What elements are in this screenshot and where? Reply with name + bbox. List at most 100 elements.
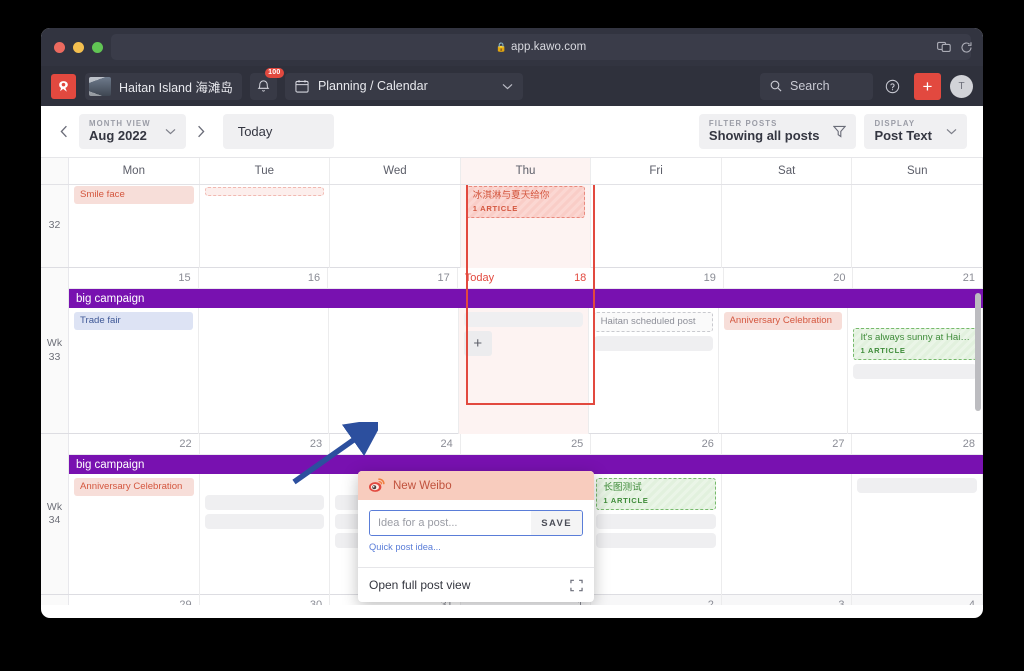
date-cell-29[interactable]: 29	[69, 595, 200, 605]
post-skeleton	[463, 312, 583, 327]
chevron-down-icon	[502, 83, 513, 89]
display-selector[interactable]: DISPLAY Post Text	[864, 114, 967, 149]
minimize-window-button[interactable]	[73, 41, 84, 53]
day-cell-23[interactable]	[200, 474, 331, 595]
date-cell-26[interactable]: 26	[591, 434, 722, 454]
date-cell-sep-4[interactable]: 4	[852, 595, 983, 605]
date-cell-27[interactable]: 27	[722, 434, 853, 454]
date-cell-30[interactable]: 30	[200, 595, 331, 605]
day-cell-mon-32[interactable]: Smile face	[69, 185, 200, 268]
search-icon	[770, 80, 782, 92]
date-cell-15[interactable]: 15	[69, 268, 199, 288]
open-full-post-view-button[interactable]: Open full post view	[358, 568, 594, 602]
next-month-button[interactable]	[190, 117, 212, 147]
post-card-placeholder[interactable]	[204, 187, 325, 196]
chevron-left-icon	[60, 125, 67, 138]
post-title: Smile face	[80, 189, 125, 200]
post-card[interactable]: Smile face	[74, 186, 194, 205]
date-cell-28[interactable]: 28	[852, 434, 983, 454]
day-cell-15[interactable]: Trade fair	[69, 308, 199, 434]
post-card[interactable]: Haitan scheduled post	[593, 312, 713, 333]
day-cell-26[interactable]: 长图测试 1 ARTICLE	[591, 474, 722, 595]
address-bar[interactable]: 🔒 app.kawo.com	[111, 34, 971, 60]
filter-posts-value: Showing all posts	[708, 127, 820, 143]
calendar-scrollbar[interactable]	[975, 293, 981, 411]
day-cell-22[interactable]: Anniversary Celebration	[69, 474, 200, 595]
date-cell-22[interactable]: 22	[69, 434, 200, 454]
notifications-button[interactable]: 100	[249, 67, 284, 100]
date-cell-sep-2[interactable]: 2	[591, 595, 722, 605]
day-cell-16[interactable]	[199, 308, 329, 434]
post-skeleton	[204, 495, 325, 510]
day-cell-18-today[interactable]: +	[458, 308, 589, 434]
search-input[interactable]: Search	[760, 72, 873, 100]
month-view-selector[interactable]: MONTH VIEW Aug 2022	[79, 114, 186, 149]
browser-titlebar: 🔒 app.kawo.com	[41, 28, 983, 66]
month-view-text: MONTH VIEW Aug 2022	[89, 119, 151, 143]
day-header-wed: Wed	[330, 158, 461, 184]
week-body-33: 15 16 17 Today 18 19 20 21 big campaign	[69, 268, 983, 434]
post-subtitle: 1 ARTICLE	[860, 346, 906, 356]
post-card[interactable]: Trade fair	[74, 312, 193, 331]
day-cell-tue-32[interactable]	[200, 185, 331, 268]
date-cell-21[interactable]: 21	[853, 268, 983, 288]
post-card[interactable]: 冰淇淋与夏天给你 1 ARTICLE	[465, 186, 586, 219]
create-button[interactable]: +	[914, 72, 941, 100]
post-subtitle: 1 ARTICLE	[603, 496, 649, 506]
day-cell-19[interactable]: Haitan scheduled post	[589, 308, 719, 434]
popover-arrow	[470, 471, 486, 472]
post-idea-input[interactable]: Idea for a post...	[370, 511, 532, 535]
filter-posts-selector[interactable]: FILTER POSTS Showing all posts	[698, 114, 857, 149]
day-cell-wed-32[interactable]	[330, 185, 461, 268]
date-cell-17[interactable]: 17	[328, 268, 458, 288]
date-cell-20[interactable]: 20	[724, 268, 854, 288]
date-cell-25[interactable]: 25	[461, 434, 592, 454]
day-cell-sat-32[interactable]	[722, 185, 853, 268]
today-button[interactable]: Today	[222, 114, 334, 149]
reload-icon[interactable]	[960, 41, 973, 54]
workspace-switcher[interactable]: Haitan Island 海滩岛	[85, 72, 242, 100]
week-number-32: 32	[41, 185, 69, 267]
calendar-day-header: Mon Tue Wed Thu Fri Sat Sun	[41, 158, 983, 185]
day-cell-sun-32[interactable]	[852, 185, 983, 268]
date-cell-24[interactable]: 24	[330, 434, 461, 454]
quick-post-idea-link[interactable]: Quick post idea...	[369, 542, 583, 552]
weibo-logo-icon	[369, 478, 385, 492]
post-card[interactable]: Anniversary Celebration	[74, 478, 194, 497]
calendar-grid: Mon Tue Wed Thu Fri Sat Sun 32 Smile fac…	[41, 158, 983, 605]
campaign-banner[interactable]: big campaign	[69, 289, 983, 308]
day-cell-17[interactable]	[329, 308, 459, 434]
day-header-mon: Mon	[69, 158, 200, 184]
day-cell-21[interactable]: It's always sunny at Hai… 1 ARTICLE	[848, 308, 983, 434]
avatar[interactable]: T	[950, 74, 973, 98]
help-button[interactable]	[879, 73, 906, 100]
date-cell-sep-3[interactable]: 3	[721, 595, 853, 605]
date-cell-16[interactable]: 16	[199, 268, 329, 288]
day-cell-28[interactable]	[852, 474, 983, 595]
post-card[interactable]: Anniversary Celebration	[723, 312, 843, 331]
kawo-logo[interactable]	[51, 73, 76, 99]
date-cell-today-18[interactable]: Today 18	[458, 268, 595, 288]
page-selector[interactable]: Planning / Calendar	[284, 72, 523, 100]
day-cell-27[interactable]	[722, 474, 853, 595]
post-skeleton	[857, 478, 978, 493]
open-full-post-view-label: Open full post view	[369, 578, 471, 592]
date-cell-19[interactable]: 19	[594, 268, 724, 288]
popover-title: New Weibo	[393, 479, 452, 492]
display-value: Post Text	[874, 127, 932, 143]
day-cell-thu-32[interactable]: 冰淇淋与夏天给你 1 ARTICLE	[460, 185, 592, 268]
post-skeleton	[593, 336, 713, 352]
prev-month-button[interactable]	[53, 117, 75, 147]
day-cell-20[interactable]: Anniversary Celebration	[719, 308, 849, 434]
post-card[interactable]: 长图测试 1 ARTICLE	[596, 478, 716, 511]
post-card[interactable]: It's always sunny at Hai… 1 ARTICLE	[853, 328, 977, 361]
add-post-button[interactable]: +	[463, 331, 492, 356]
week-number-33: Wk 33	[41, 268, 69, 433]
day-cell-fri-32[interactable]	[591, 185, 722, 268]
save-button[interactable]: SAVE	[531, 511, 582, 535]
date-cell-23[interactable]: 23	[200, 434, 331, 454]
maximize-window-button[interactable]	[92, 41, 103, 53]
tab-overview-icon[interactable]	[937, 41, 951, 53]
close-window-button[interactable]	[54, 41, 65, 53]
post-title: Trade fair	[80, 315, 121, 326]
